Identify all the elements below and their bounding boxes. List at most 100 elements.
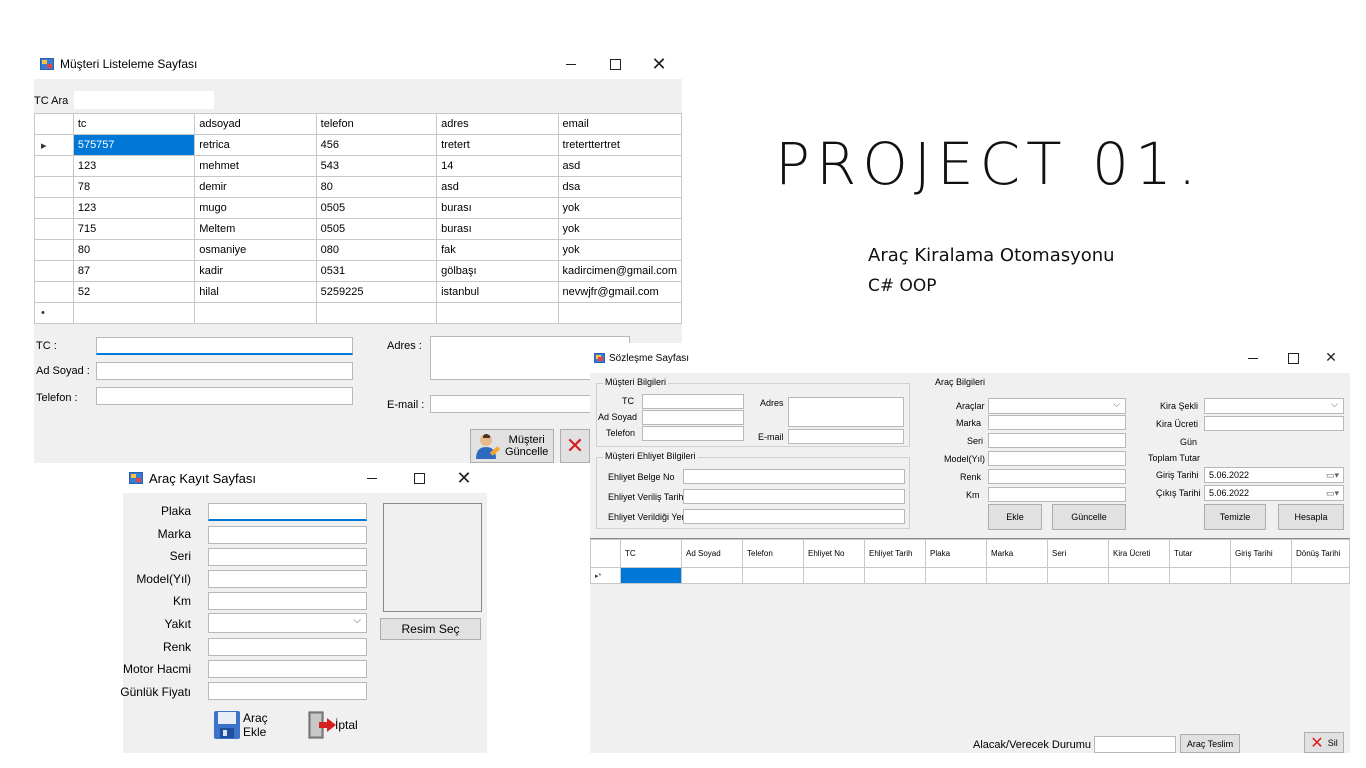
table-row[interactable]: 123 mugo 0505 burası yok — [34, 197, 683, 219]
grid-cell[interactable]: yok — [557, 218, 683, 240]
grid-cell[interactable] — [72, 302, 196, 324]
grid-cell[interactable]: retrica — [194, 134, 317, 156]
close-icon[interactable]: ✕ — [441, 463, 487, 493]
musteri-grid[interactable]: tc adsoyad telefon adres email ▸ 575757 … — [34, 113, 683, 324]
grid-cell[interactable]: 575757 — [72, 134, 196, 156]
grid-cell[interactable]: mugo — [194, 197, 317, 219]
grid-cell[interactable]: mehmet — [194, 155, 317, 177]
grid-cell[interactable]: 123 — [72, 197, 196, 219]
grid-cell[interactable]: 78 — [72, 176, 196, 198]
column-header-telefon[interactable]: telefon — [315, 113, 438, 135]
grid-cell[interactable] — [1108, 567, 1170, 584]
alacak-verecek-input[interactable] — [1094, 736, 1176, 753]
tc-input[interactable] — [642, 394, 744, 409]
grid-cell[interactable]: hilal — [194, 281, 317, 303]
cikis-tarihi-picker[interactable]: 5.06.2022 ▭▾ — [1204, 485, 1344, 501]
grid-cell[interactable]: 0505 — [315, 218, 438, 240]
grid-cell[interactable]: 5259225 — [315, 281, 438, 303]
minimize-icon[interactable] — [1236, 343, 1270, 373]
grid-cell[interactable]: 87 — [72, 260, 196, 282]
column-header-email[interactable]: email — [557, 113, 683, 135]
hesapla-button[interactable]: Hesapla — [1278, 504, 1344, 530]
tc-input[interactable] — [96, 337, 353, 355]
grid-cell[interactable]: osmaniye — [194, 239, 317, 261]
column-header-kira-ucreti[interactable]: Kira Ücreti — [1108, 539, 1170, 568]
calendar-icon[interactable]: ▭▾ — [1326, 468, 1339, 482]
adres-input[interactable] — [788, 397, 904, 427]
temizle-button[interactable]: Temizle — [1204, 504, 1266, 530]
grid-cell[interactable]: kadircimen@gmail.com — [557, 260, 683, 282]
grid-cell[interactable] — [557, 302, 683, 324]
renk-input[interactable] — [988, 469, 1126, 484]
table-row[interactable]: 87 kadir 0531 gölbaşı kadircimen@gmail.c… — [34, 260, 683, 282]
kira-ucreti-input[interactable] — [1204, 416, 1344, 431]
grid-cell[interactable] — [681, 567, 743, 584]
marka-input[interactable] — [988, 415, 1126, 430]
model-input[interactable] — [208, 570, 367, 588]
grid-cell[interactable] — [742, 567, 804, 584]
grid-cell[interactable] — [803, 567, 865, 584]
ehliyet-verildigi-yer-input[interactable] — [683, 509, 905, 524]
arac-ekle-button[interactable]: Araç Ekle — [213, 709, 293, 741]
column-header-tutar[interactable]: Tutar — [1169, 539, 1231, 568]
column-header-ehliyet-tarih[interactable]: Ehliyet Tarih — [864, 539, 926, 568]
table-row[interactable]: 715 Meltem 0505 burası yok — [34, 218, 683, 240]
column-header-seri[interactable]: Seri — [1047, 539, 1109, 568]
grid-cell[interactable] — [925, 567, 987, 584]
sil-button[interactable]: ✕ Sil — [1304, 732, 1344, 753]
minimize-icon[interactable] — [548, 49, 594, 79]
column-header-tc[interactable]: tc — [72, 113, 196, 135]
grid-cell[interactable]: gölbaşı — [436, 260, 559, 282]
grid-cell[interactable]: asd — [557, 155, 683, 177]
grid-cell[interactable]: yok — [557, 197, 683, 219]
adsoyad-input[interactable] — [96, 362, 353, 380]
new-row[interactable]: ▸* — [590, 567, 1350, 584]
grid-cell[interactable]: 80 — [315, 176, 438, 198]
grid-cell[interactable]: yok — [557, 239, 683, 261]
ehliyet-belge-no-input[interactable] — [683, 469, 905, 484]
grid-cell[interactable] — [436, 302, 559, 324]
giris-tarihi-picker[interactable]: 5.06.2022 ▭▾ — [1204, 467, 1344, 483]
sozlesme-grid[interactable]: TC Ad Soyad Telefon Ehliyet No Ehliyet T… — [590, 539, 1350, 584]
arac-teslim-button[interactable]: Araç Teslim — [1180, 734, 1240, 753]
grid-cell[interactable]: 715 — [72, 218, 196, 240]
resim-sec-button[interactable]: Resim Seç — [380, 618, 481, 640]
grid-cell[interactable] — [1291, 567, 1350, 584]
motor-hacmi-input[interactable] — [208, 660, 367, 678]
grid-cell[interactable]: 14 — [436, 155, 559, 177]
calendar-icon[interactable]: ▭▾ — [1326, 486, 1339, 500]
grid-cell[interactable]: 80 — [72, 239, 196, 261]
column-header-marka[interactable]: Marka — [986, 539, 1048, 568]
grid-cell[interactable] — [1047, 567, 1109, 584]
column-header-ad-soyad[interactable]: Ad Soyad — [681, 539, 743, 568]
grid-cell[interactable]: 543 — [315, 155, 438, 177]
telefon-input[interactable] — [642, 426, 744, 441]
kira-sekli-select[interactable]: ⌵ — [1204, 398, 1344, 414]
guncelle-button[interactable]: Güncelle — [1052, 504, 1126, 530]
close-icon[interactable]: ✕ — [636, 49, 682, 79]
column-header-ehliyet-no[interactable]: Ehliyet No — [803, 539, 865, 568]
grid-cell[interactable] — [1169, 567, 1231, 584]
grid-cell[interactable]: istanbul — [436, 281, 559, 303]
grid-cell[interactable]: 0505 — [315, 197, 438, 219]
grid-cell[interactable]: tretert — [436, 134, 559, 156]
grid-cell[interactable] — [1230, 567, 1292, 584]
grid-cell[interactable]: 080 — [315, 239, 438, 261]
musteri-sil-button[interactable]: ✕ — [560, 429, 590, 463]
table-row[interactable]: 123 mehmet 543 14 asd — [34, 155, 683, 177]
column-header-adsoyad[interactable]: adsoyad — [194, 113, 317, 135]
grid-cell[interactable]: burası — [436, 197, 559, 219]
gunluk-fiyati-input[interactable] — [208, 682, 367, 700]
grid-cell[interactable]: fak — [436, 239, 559, 261]
seri-input[interactable] — [988, 433, 1126, 448]
ekle-button[interactable]: Ekle — [988, 504, 1042, 530]
ehliyet-verilis-tarihi-input[interactable] — [683, 489, 905, 504]
column-header-adres[interactable]: adres — [436, 113, 559, 135]
grid-cell[interactable]: 456 — [315, 134, 438, 156]
email-input[interactable] — [788, 429, 904, 444]
table-row[interactable]: 78 demir 80 asd dsa — [34, 176, 683, 198]
grid-cell[interactable] — [620, 567, 682, 584]
seri-input[interactable] — [208, 548, 367, 566]
column-header-tc[interactable]: TC — [620, 539, 682, 568]
km-input[interactable] — [208, 592, 367, 610]
